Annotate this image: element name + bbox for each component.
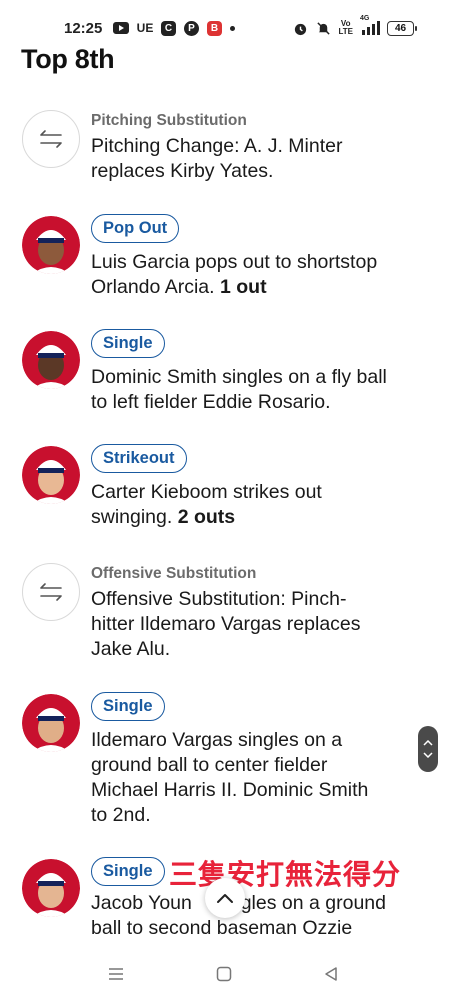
alarm-icon: [292, 20, 308, 36]
player-avatar: [22, 216, 80, 274]
play-description: Offensive Substitution: Pinch- hitter Il…: [91, 588, 361, 660]
menu-icon[interactable]: [104, 964, 128, 984]
substitution-swap-icon: [22, 110, 80, 168]
chevron-up-icon: [423, 740, 433, 746]
battery-icon: 46: [387, 20, 417, 36]
overlay-caption: 三隻安打無法得分: [169, 858, 402, 891]
p-app-icon: P: [184, 20, 199, 36]
player-avatar: [22, 331, 80, 389]
scroll-to-top-button[interactable]: [205, 878, 245, 918]
mute-icon: [315, 20, 331, 36]
play-description: Jacob Youn ngles on a ground ball to seco…: [91, 892, 386, 939]
c-app-icon: C: [161, 20, 176, 36]
play-category: Offensive Substitution: [91, 565, 257, 582]
status-right-icons: Vo LTE 4G 46: [292, 15, 417, 36]
ue-icon: UE: [136, 21, 154, 35]
play-result-badge: Single: [91, 692, 165, 721]
status-time: 12:25: [64, 20, 103, 37]
chevron-up-icon: [217, 894, 233, 903]
youtube-icon: [113, 20, 129, 36]
play-description: Luis Garcia pops out to shortstop Orland…: [91, 251, 378, 298]
signal-icon: 4G: [360, 15, 380, 35]
play-description: Pitching Change: A. J. Minter replaces K…: [91, 135, 343, 182]
play-description: Dominic Smith singles on a fly ball to l…: [91, 366, 387, 413]
player-avatar: [22, 694, 80, 752]
home-icon[interactable]: [212, 964, 236, 984]
play-category: Pitching Substitution: [91, 112, 247, 129]
status-bar: 12:25 UE C P B Vo LTE 4G 46: [0, 0, 450, 40]
volte-icon: Vo LTE: [338, 19, 353, 36]
scrollbar-thumb[interactable]: [418, 726, 438, 772]
play-description: Carter Kieboom strikes out swinging. 2 o…: [91, 481, 322, 528]
system-nav-bar: [0, 950, 450, 1000]
play-description: Ildemaro Vargas singles on a ground ball…: [91, 729, 369, 826]
substitution-swap-icon: [22, 563, 80, 621]
play-result-badge: Pop Out: [91, 214, 180, 243]
b-app-icon: B: [207, 20, 222, 36]
player-avatar: [22, 859, 80, 917]
dot-icon: [230, 25, 235, 31]
play-result-badge: Single: [91, 329, 165, 358]
chevron-down-icon: [423, 752, 433, 758]
back-icon[interactable]: [319, 964, 343, 984]
inning-title: Top 8th: [21, 44, 115, 74]
play-result-badge: Single: [91, 857, 165, 886]
status-left-icons: UE C P B: [113, 20, 235, 36]
play-result-badge: Strikeout: [91, 444, 187, 473]
player-avatar: [22, 446, 80, 504]
